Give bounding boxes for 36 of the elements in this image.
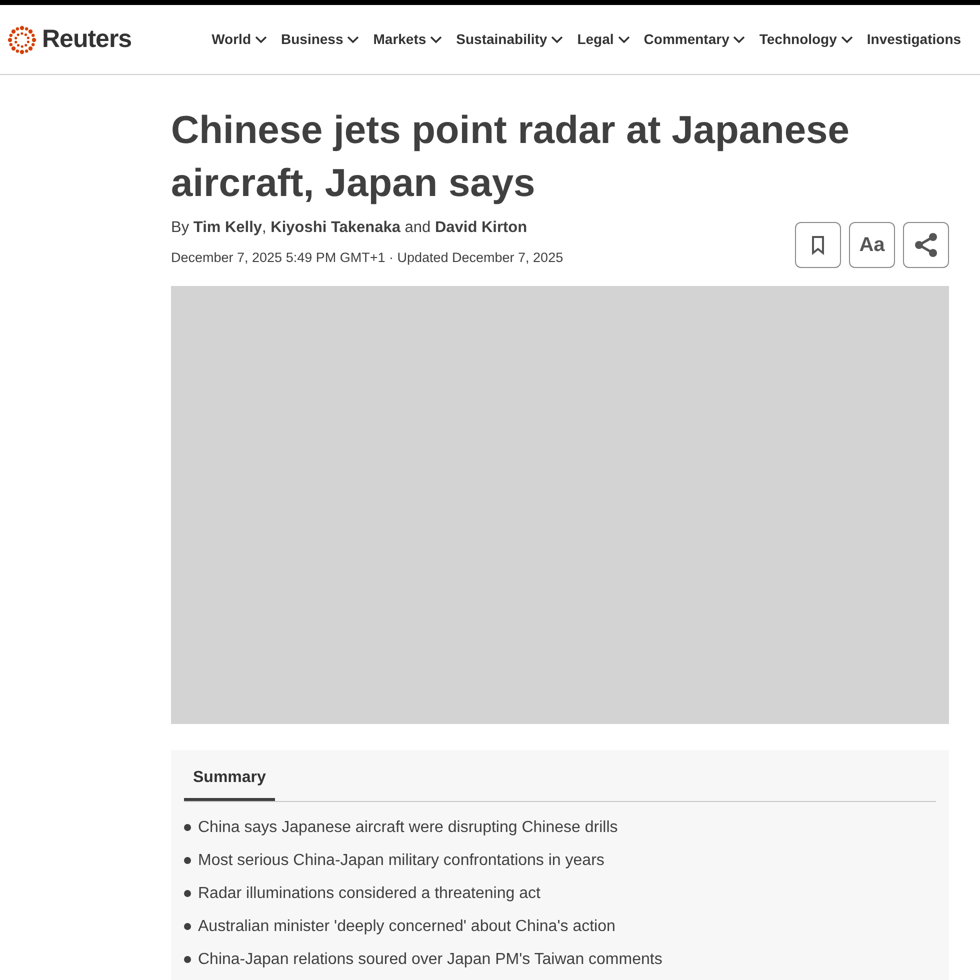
bullet-icon xyxy=(184,890,191,898)
font-size-button[interactable]: Aa xyxy=(849,222,895,268)
share-button[interactable] xyxy=(903,222,949,268)
logo[interactable]: Reuters xyxy=(42,20,132,58)
bookmark-button[interactable] xyxy=(795,222,841,268)
chevron-down-icon xyxy=(733,36,746,44)
bullet-icon xyxy=(184,956,191,964)
logo-icon[interactable] xyxy=(6,24,38,56)
chevron-down-icon xyxy=(618,36,630,44)
summary-item: Radar illuminations considered a threatening act xyxy=(198,884,540,904)
nav-link[interactable]: Legal xyxy=(577,29,630,50)
bookmark-icon xyxy=(811,234,825,255)
summary-item: Australian minister 'deeply concerned' about China's action xyxy=(198,916,616,937)
headline: Chinese jets point radar at Japanese aircraft, Japan says xyxy=(171,108,850,207)
byline: By Tim Kelly, Kiyoshi Takenaka and David Kirton xyxy=(171,218,528,238)
summary-item: Most serious China-Japan military confrontations in years xyxy=(198,850,604,871)
summary-tab[interactable]: Summary xyxy=(184,764,275,801)
bullet-icon xyxy=(184,857,191,864)
nav-link[interactable]: Business xyxy=(281,29,360,50)
dateline: December 7, 2025 5:49 PM GMT+1 · Updated December 7, 2025 xyxy=(171,248,564,267)
chevron-down-icon xyxy=(430,36,442,44)
nav-link[interactable]: Investigations xyxy=(866,29,962,50)
nav-link[interactable]: World xyxy=(212,29,267,50)
chevron-down-icon xyxy=(551,36,564,44)
nav-link[interactable]: Sustainability xyxy=(456,29,564,50)
chevron-down-icon xyxy=(840,36,853,44)
chevron-down-icon xyxy=(255,36,267,44)
nav-link[interactable]: Markets xyxy=(373,29,442,50)
nav-link[interactable]: Technology xyxy=(759,29,853,50)
bullet-icon xyxy=(184,923,191,930)
summary-item: China says Japanese aircraft were disrupting Chinese drills xyxy=(198,818,618,838)
nav-link[interactable]: Commentary xyxy=(644,29,746,50)
bullet-icon xyxy=(184,824,191,832)
chevron-down-icon xyxy=(347,36,360,44)
share-icon xyxy=(913,232,939,258)
summary-item: China-Japan relations soured over Japan PM's Taiwan comments xyxy=(198,950,662,970)
